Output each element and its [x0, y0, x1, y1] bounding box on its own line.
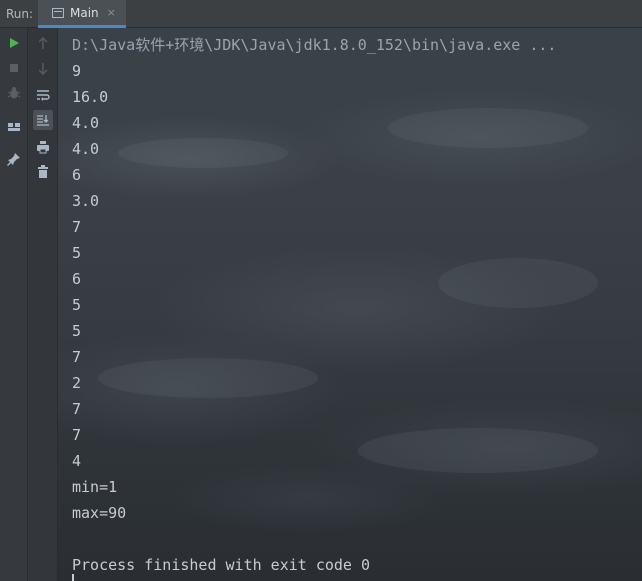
- exit-message: Process finished with exit code 0: [72, 556, 371, 574]
- run-panel-header: Run: Main ×: [0, 0, 642, 28]
- down-arrow-icon[interactable]: [33, 59, 53, 79]
- console-toolbar: [28, 28, 58, 581]
- output-line: 7: [72, 218, 82, 236]
- tab-main[interactable]: Main ×: [38, 0, 126, 28]
- output-line: 4: [72, 452, 82, 470]
- text-cursor: [72, 574, 74, 581]
- output-line: max=90: [72, 504, 127, 522]
- print-icon[interactable]: [33, 137, 53, 157]
- up-arrow-icon[interactable]: [33, 33, 53, 53]
- output-line: 6: [72, 270, 82, 288]
- output-line: 16.0: [72, 88, 109, 106]
- output-line: 4.0: [72, 114, 100, 132]
- output-line: min=1: [72, 478, 118, 496]
- close-icon[interactable]: ×: [107, 6, 116, 19]
- pin-icon[interactable]: [4, 149, 24, 169]
- scroll-to-end-icon[interactable]: [33, 110, 53, 130]
- output-line: 6: [72, 166, 82, 184]
- output-line: 7: [72, 400, 82, 418]
- run-toolbar: [0, 28, 28, 581]
- trash-icon[interactable]: [33, 162, 53, 182]
- output-line: 4.0: [72, 140, 100, 158]
- command-line: D:\Java软件+环境\JDK\Java\jdk1.8.0_152\bin\j…: [72, 36, 557, 54]
- output-line: 5: [72, 296, 82, 314]
- console-icon: [52, 7, 64, 18]
- tab-main-label: Main: [70, 5, 99, 20]
- soft-wrap-icon[interactable]: [33, 85, 53, 105]
- output-line: 9: [72, 62, 82, 80]
- output-line: 5: [72, 244, 82, 262]
- rerun-icon[interactable]: [4, 33, 24, 53]
- blank-line: [72, 526, 556, 552]
- output-line: 7: [72, 348, 82, 366]
- layout-icon[interactable]: [4, 117, 24, 137]
- output-line: 5: [72, 322, 82, 340]
- output-line: 3.0: [72, 192, 100, 210]
- debug-icon[interactable]: [4, 83, 24, 103]
- run-label: Run:: [6, 7, 34, 21]
- output-line: 2: [72, 374, 82, 392]
- output-lines: D:\Java软件+环境\JDK\Java\jdk1.8.0_152\bin\j…: [72, 32, 556, 578]
- stop-icon[interactable]: [4, 58, 24, 78]
- console-output[interactable]: D:\Java软件+环境\JDK\Java\jdk1.8.0_152\bin\j…: [58, 28, 642, 581]
- output-line: 7: [72, 426, 82, 444]
